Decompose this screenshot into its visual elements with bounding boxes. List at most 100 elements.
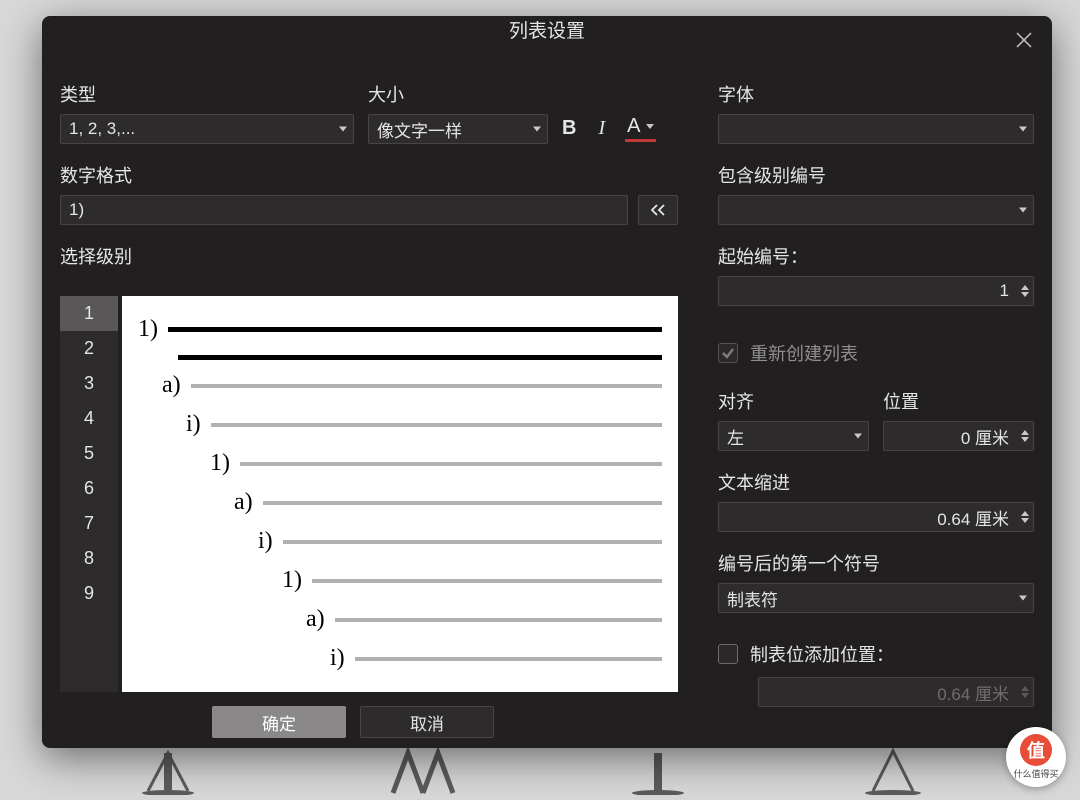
font-label: 字体 <box>718 81 1034 107</box>
level-item-4[interactable]: 4 <box>60 401 118 436</box>
preview-bar <box>168 327 662 332</box>
number-format-input[interactable]: 1) <box>60 195 628 225</box>
preview-bar <box>283 540 662 544</box>
start-number-input[interactable]: 1 <box>718 276 1034 306</box>
type-value: 1, 2, 3,... <box>69 119 135 139</box>
cancel-button[interactable]: 取消 <box>360 706 494 738</box>
level-item-9[interactable]: 9 <box>60 576 118 611</box>
close-button[interactable] <box>1010 26 1038 54</box>
preview-number: i) <box>258 528 273 555</box>
caret-up-icon[interactable] <box>1021 511 1029 516</box>
preview-line: 1) <box>138 567 662 594</box>
checkmark-icon <box>721 346 735 360</box>
size-value: 像文字一样 <box>377 117 462 142</box>
italic-button[interactable]: I <box>598 117 605 140</box>
preview-bar <box>312 579 662 583</box>
include-level-label: 包含级别编号 <box>718 162 1034 188</box>
caret-up-icon[interactable] <box>1021 430 1029 435</box>
chevron-down-icon <box>533 127 541 132</box>
dialog-titlebar: 列表设置 <box>42 16 1052 43</box>
preview-line: i) <box>138 411 662 438</box>
recreate-list-label: 重新创建列表 <box>750 340 858 366</box>
alignment-value: 左 <box>727 424 744 449</box>
close-icon <box>1015 31 1033 49</box>
font-select[interactable] <box>718 114 1034 144</box>
preview-number: 1) <box>210 450 230 477</box>
caret-down-icon[interactable] <box>1021 437 1029 442</box>
preview-bar <box>355 657 662 661</box>
preview-bar <box>263 501 662 505</box>
chevron-down-icon <box>854 434 862 439</box>
level-item-2[interactable]: 2 <box>60 331 118 366</box>
preview-line: 1) <box>138 316 662 343</box>
collapse-button[interactable] <box>638 195 678 225</box>
type-label: 类型 <box>60 81 354 107</box>
start-number-value: 1 <box>727 281 1009 301</box>
text-indent-label: 文本缩进 <box>718 469 1034 495</box>
level-item-3[interactable]: 3 <box>60 366 118 401</box>
bold-button[interactable]: B <box>562 117 576 140</box>
chevron-down-icon <box>1019 596 1027 601</box>
font-color-button[interactable]: A <box>627 115 654 140</box>
text-indent-value: 0.64 厘米 <box>727 505 1009 530</box>
caret-up-icon <box>1021 686 1029 691</box>
start-number-label: 起始编号： <box>718 243 1034 269</box>
preview-line: i) <box>138 528 662 555</box>
select-level-label: 选择级别 <box>60 243 678 269</box>
number-format-label: 数字格式 <box>60 162 628 188</box>
level-list: 123456789 <box>60 296 118 692</box>
preview-line: a) <box>138 372 662 399</box>
position-input[interactable]: 0 厘米 <box>883 421 1034 451</box>
preview-bar <box>178 355 662 360</box>
tab-position-value: 0.64 厘米 <box>767 680 1009 705</box>
type-select[interactable]: 1, 2, 3,... <box>60 114 354 144</box>
tab-position-checkbox[interactable] <box>718 644 738 664</box>
number-format-value: 1) <box>69 200 84 220</box>
preview-number: i) <box>330 645 345 672</box>
preview-line: 1) <box>138 450 662 477</box>
preview-bar <box>240 462 662 466</box>
preview-bar <box>335 618 662 622</box>
site-watermark: 值 什么值得买 <box>1006 727 1066 787</box>
preview-number: 1) <box>282 567 302 594</box>
preview-number: a) <box>234 489 253 516</box>
position-value: 0 厘米 <box>892 424 1009 449</box>
level-item-5[interactable]: 5 <box>60 436 118 471</box>
size-select[interactable]: 像文字一样 <box>368 114 548 144</box>
caret-up-icon[interactable] <box>1021 285 1029 290</box>
level-item-8[interactable]: 8 <box>60 541 118 576</box>
tab-position-checkbox-row[interactable]: 制表位添加位置： <box>718 641 1034 667</box>
text-indent-input[interactable]: 0.64 厘米 <box>718 502 1034 532</box>
preview-number: a) <box>162 372 181 399</box>
alignment-label: 对齐 <box>718 388 869 414</box>
list-settings-dialog: 列表设置 类型 1, 2, 3,... 大小 像文字一样 <box>42 16 1052 748</box>
chevron-down-icon <box>646 124 654 129</box>
chevron-down-icon <box>339 127 347 132</box>
chevron-down-icon <box>1019 208 1027 213</box>
symbol-after-value: 制表符 <box>727 586 778 611</box>
level-item-6[interactable]: 6 <box>60 471 118 506</box>
dialog-title: 列表设置 <box>509 16 585 43</box>
preview-number: 1) <box>138 316 158 343</box>
watermark-text: 什么值得买 <box>1013 767 1058 780</box>
ok-button[interactable]: 确定 <box>212 706 346 738</box>
preview-bar <box>191 384 662 388</box>
symbol-after-select[interactable]: 制表符 <box>718 583 1034 613</box>
double-chevron-left-icon <box>649 203 667 217</box>
preview-line: i) <box>138 645 662 672</box>
preview-line: a) <box>138 489 662 516</box>
size-label: 大小 <box>368 81 548 107</box>
preview-line <box>138 355 662 360</box>
recreate-list-checkbox-row: 重新创建列表 <box>718 340 1034 366</box>
recreate-list-checkbox <box>718 343 738 363</box>
include-level-select[interactable] <box>718 195 1034 225</box>
level-item-1[interactable]: 1 <box>60 296 118 331</box>
tab-position-input: 0.64 厘米 <box>758 677 1034 707</box>
chevron-down-icon <box>1019 127 1027 132</box>
level-item-7[interactable]: 7 <box>60 506 118 541</box>
symbol-after-label: 编号后的第一个符号 <box>718 550 1034 576</box>
caret-down-icon[interactable] <box>1021 518 1029 523</box>
alignment-select[interactable]: 左 <box>718 421 869 451</box>
caret-down-icon[interactable] <box>1021 292 1029 297</box>
preview-bar <box>211 423 662 427</box>
